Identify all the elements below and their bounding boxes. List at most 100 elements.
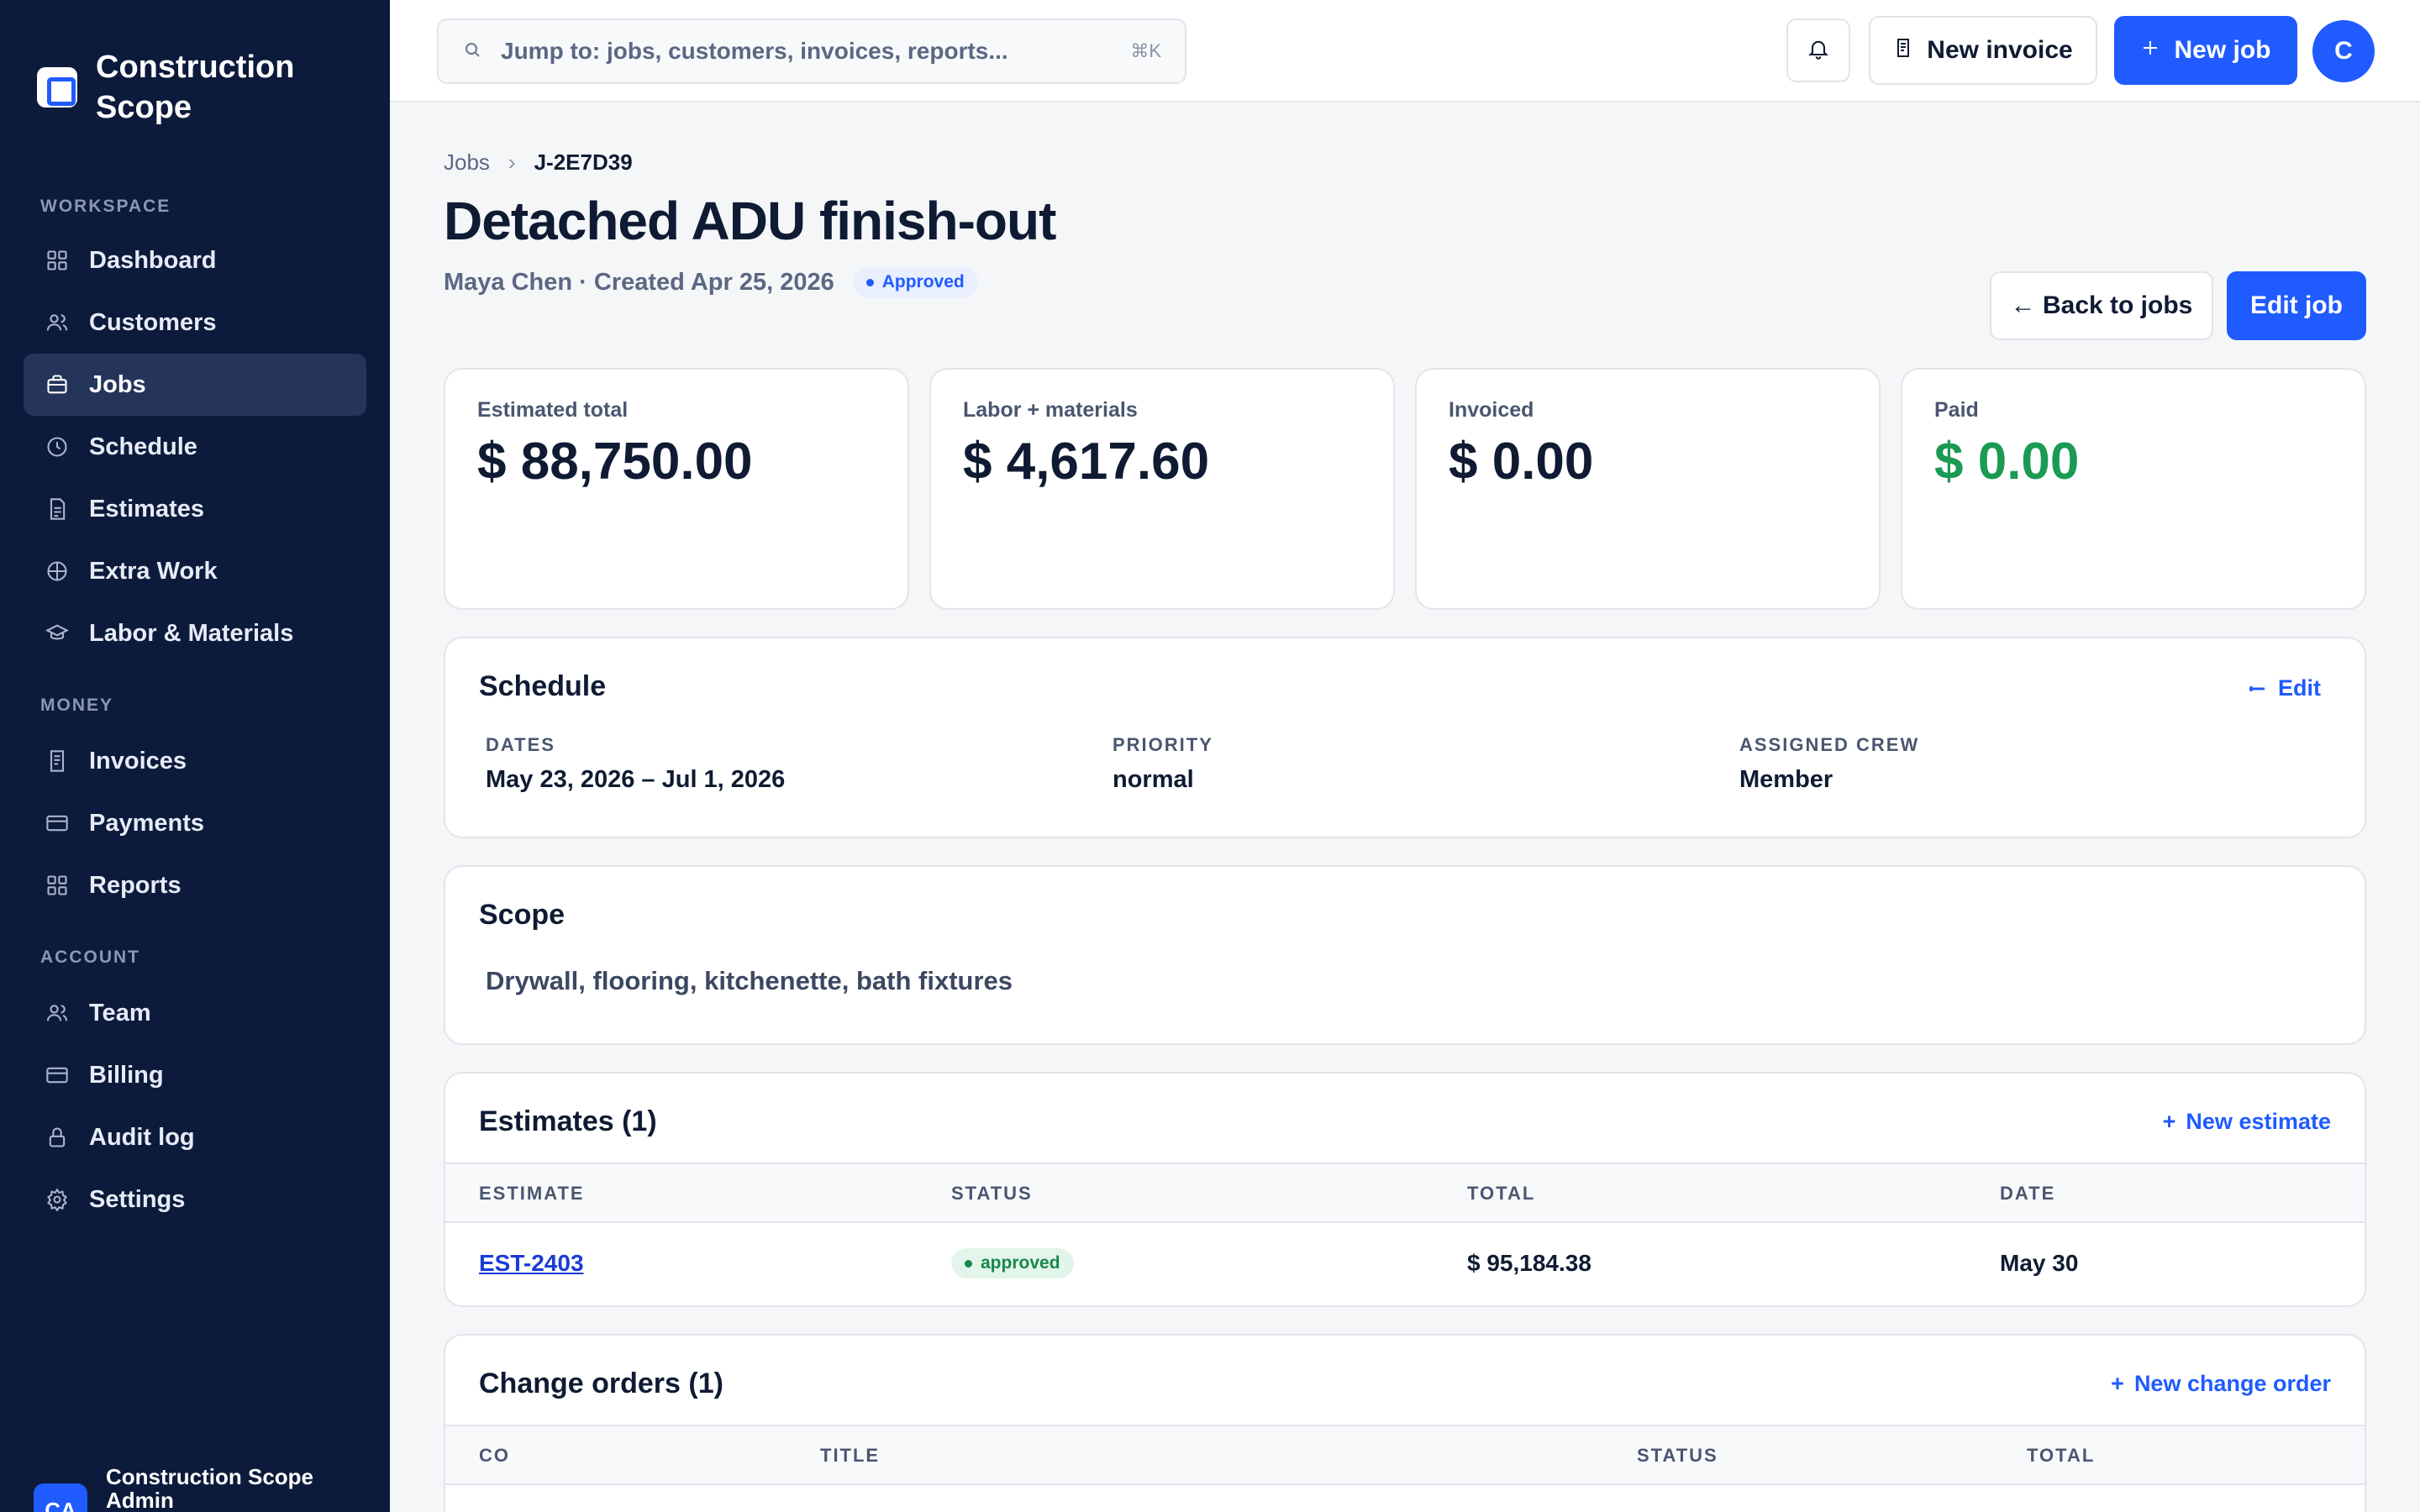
sidebar-item-billing[interactable]: Billing	[24, 1044, 366, 1106]
stat-card-labor-materials: Labor + materials $ 4,617.60	[929, 368, 1395, 610]
search-placeholder: Jump to: jobs, customers, invoices, repo…	[501, 38, 1008, 64]
stat-card-invoiced: Invoiced $ 0.00	[1415, 368, 1881, 610]
column-header: STATUS	[1637, 1445, 1718, 1466]
back-to-jobs-button[interactable]: ← Back to jobs	[1990, 271, 2213, 340]
schedule-title: Schedule	[479, 670, 607, 702]
new-estimate-label: New estimate	[2186, 1109, 2331, 1134]
sidebar-item-label: Extra Work	[89, 557, 218, 585]
search-input[interactable]: Jump to: jobs, customers, invoices, repo…	[437, 18, 1186, 84]
new-invoice-label: New invoice	[1927, 36, 2073, 64]
schedule-card: Schedule Edit DATES May 23, 2026 – Jul 1…	[444, 637, 2366, 838]
sidebar-item-payments[interactable]: Payments	[24, 792, 366, 854]
notifications-button[interactable]	[1786, 18, 1850, 82]
users-icon	[45, 1001, 69, 1025]
sidebar-item-audit-log[interactable]: Audit log	[24, 1106, 366, 1168]
job-meta-text: Maya Chen · Created Apr 25, 2026	[444, 268, 834, 296]
sidebar-item-jobs[interactable]: Jobs	[24, 354, 366, 416]
sidebar-item-label: Jobs	[89, 370, 146, 398]
sidebar-item-estimates[interactable]: Estimates	[24, 478, 366, 540]
sidebar-item-label: Reports	[89, 871, 182, 899]
stat-card-estimated-total: Estimated total $ 88,750.00	[444, 368, 909, 610]
sidebar-item-reports[interactable]: Reports	[24, 854, 366, 916]
sidebar-item-schedule[interactable]: Schedule	[24, 416, 366, 478]
plus-icon: +	[2162, 1109, 2176, 1134]
column-header: TOTAL	[1467, 1183, 1536, 1204]
plus-icon: +	[2111, 1371, 2124, 1396]
column-header: TOTAL	[2027, 1445, 2096, 1466]
scope-title: Scope	[479, 899, 566, 931]
sidebar-item-labor-materials[interactable]: Labor & Materials	[24, 602, 366, 664]
sidebar: Construction Scope WORKSPACE Dashboard C…	[0, 0, 390, 1512]
sidebar-item-label: Audit log	[89, 1123, 195, 1151]
change-orders-card: Change orders (1) + New change order CO …	[444, 1334, 2366, 1512]
status-badge: approved	[951, 1248, 1074, 1278]
scope-text: Drywall, flooring, kitchenette, bath fix…	[486, 966, 1013, 995]
sidebar-item-label: Billing	[89, 1061, 164, 1089]
edit-schedule-link[interactable]: Edit	[2248, 675, 2321, 701]
sidebar-item-invoices[interactable]: Invoices	[24, 730, 366, 792]
graduation-cap-icon	[45, 622, 70, 645]
change-orders-table-header: CO TITLE STATUS TOTAL	[445, 1425, 2365, 1485]
sidebar-item-team[interactable]: Team	[24, 982, 366, 1044]
grid-icon	[45, 249, 69, 272]
crew-value: Member	[1739, 766, 1833, 793]
new-change-order-label: New change order	[2133, 1371, 2331, 1396]
receipt-icon	[45, 749, 69, 773]
sidebar-user[interactable]: CA Construction Scope Admin	[34, 1465, 324, 1512]
column-header: CO	[479, 1445, 510, 1466]
breadcrumb-current: J-2E7D39	[534, 150, 633, 175]
sidebar-item-settings[interactable]: Settings	[24, 1168, 366, 1231]
column-header: DATE	[2000, 1183, 2056, 1204]
stat-label: Estimated total	[477, 398, 629, 422]
stat-value: $ 0.00	[1449, 433, 1594, 491]
column-header: ESTIMATE	[479, 1183, 585, 1204]
globe-icon	[45, 559, 69, 583]
status-badge-label: approved	[981, 1253, 1060, 1273]
page-title: Detached ADU finish-out	[444, 191, 1056, 251]
edit-schedule-label: Edit	[2278, 675, 2321, 701]
lock-icon	[45, 1126, 69, 1149]
dates-label: DATES	[486, 734, 555, 755]
user-name: Construction Scope Admin	[106, 1464, 314, 1512]
document-icon	[45, 497, 69, 521]
sidebar-item-label: Labor & Materials	[89, 619, 294, 647]
estimates-table-header: ESTIMATE STATUS TOTAL DATE	[445, 1163, 2365, 1223]
column-header: TITLE	[820, 1445, 881, 1466]
sidebar-item-customers[interactable]: Customers	[24, 291, 366, 354]
change-orders-title: Change orders (1)	[479, 1368, 723, 1399]
new-job-button[interactable]: New job	[2114, 16, 2297, 85]
breadcrumb: Jobs › J-2E7D39	[444, 150, 633, 176]
sidebar-item-label: Team	[89, 999, 151, 1026]
status-badge-label: Approved	[881, 272, 965, 291]
search-icon	[462, 39, 482, 64]
avatar[interactable]: C	[2312, 20, 2375, 82]
brand[interactable]: Construction Scope	[37, 47, 314, 128]
estimate-total: $ 95,184.38	[1467, 1250, 1591, 1276]
breadcrumb-jobs-link[interactable]: Jobs	[444, 150, 490, 176]
sidebar-item-dashboard[interactable]: Dashboard	[24, 229, 366, 291]
sidebar-item-label: Schedule	[89, 433, 197, 460]
estimate-id-link[interactable]: EST-2403	[479, 1250, 584, 1277]
crew-label: ASSIGNED CREW	[1739, 734, 1920, 755]
sidebar-item-label: Dashboard	[89, 246, 217, 274]
pencil-icon	[2248, 675, 2268, 701]
brand-logo-icon	[37, 67, 77, 108]
edit-job-button[interactable]: Edit job	[2227, 271, 2366, 340]
new-estimate-link[interactable]: + New estimate	[2163, 1109, 2331, 1135]
chevron-right-icon: ›	[508, 150, 516, 175]
new-invoice-button[interactable]: New invoice	[1869, 16, 2097, 85]
estimates-card: Estimates (1) + New estimate ESTIMATE ST…	[444, 1072, 2366, 1307]
stat-label: Labor + materials	[963, 398, 1138, 422]
sidebar-item-label: Payments	[89, 809, 205, 837]
section-label-money: MONEY	[40, 696, 114, 715]
credit-card-icon	[45, 811, 69, 835]
section-label-workspace: WORKSPACE	[40, 197, 171, 216]
status-badge: Approved	[852, 267, 978, 297]
new-change-order-link[interactable]: + New change order	[2111, 1371, 2331, 1397]
stat-value: $ 4,617.60	[963, 433, 1210, 491]
sidebar-item-extra-work[interactable]: Extra Work	[24, 540, 366, 602]
grid-icon	[45, 874, 69, 897]
priority-value: normal	[1113, 766, 1194, 793]
new-job-label: New job	[2174, 36, 2271, 64]
sidebar-item-label: Customers	[89, 308, 217, 336]
